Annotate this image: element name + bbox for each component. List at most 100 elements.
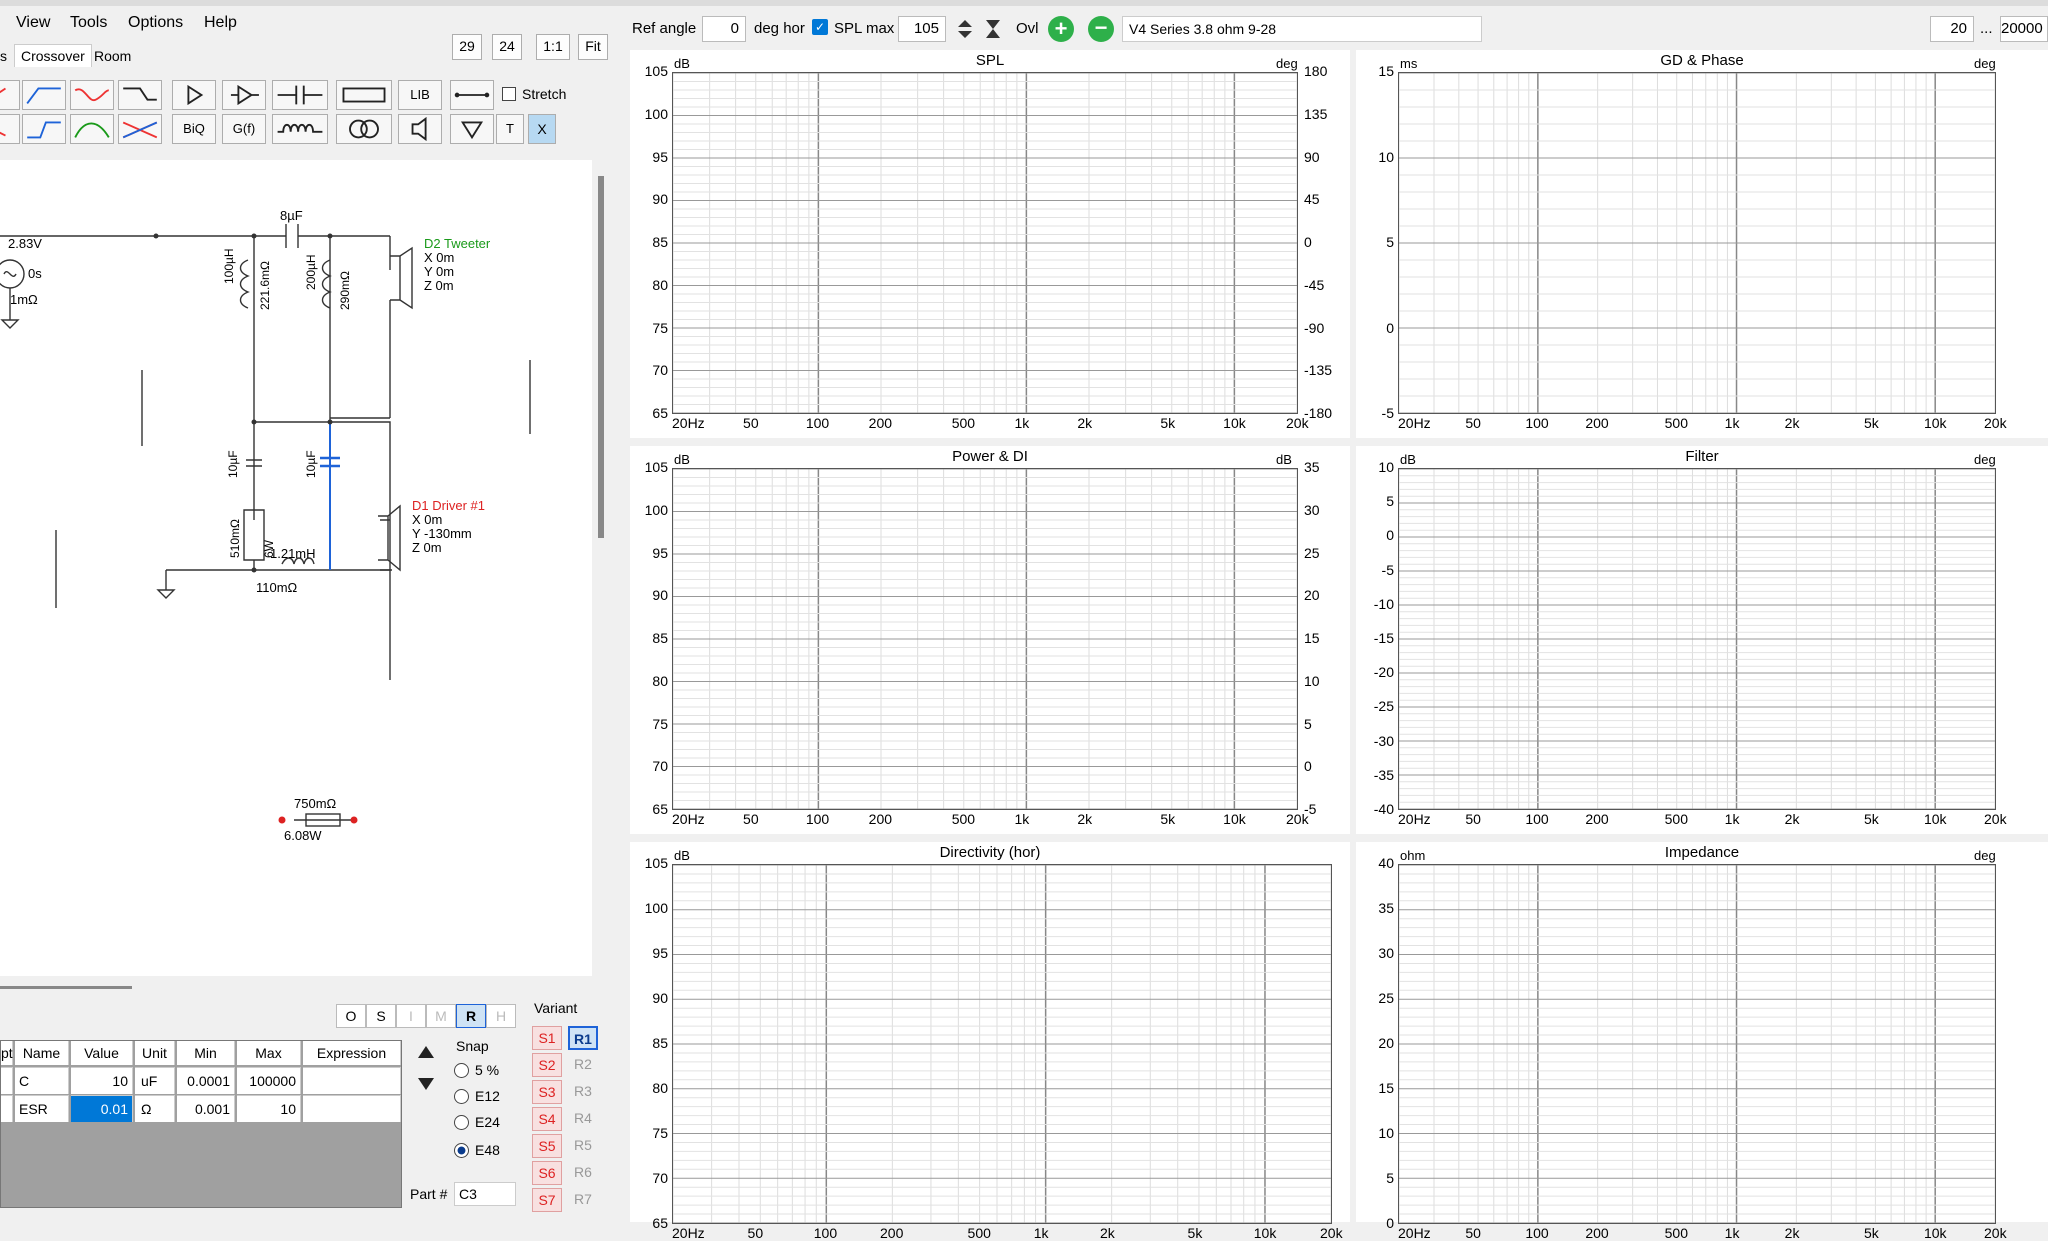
- text-button[interactable]: T: [496, 114, 524, 144]
- part-field[interactable]: C3: [454, 1182, 516, 1206]
- spl-max-label: SPL max: [834, 20, 895, 37]
- resistor-icon[interactable]: [336, 80, 392, 110]
- cell-value[interactable]: 10: [71, 1067, 133, 1094]
- freq-min-field[interactable]: 20: [1930, 16, 1974, 42]
- menu-view[interactable]: View: [16, 14, 50, 32]
- variant-r-button[interactable]: R2: [568, 1053, 598, 1077]
- plot-dir[interactable]: Directivity (hor) dB 105 100 95 90 85 80 75 70 65 2…: [630, 842, 1350, 1241]
- lowpass-1st-icon[interactable]: [0, 114, 20, 144]
- y-tick-label: 70: [652, 758, 668, 775]
- snap-e12-radio[interactable]: E12: [454, 1088, 500, 1104]
- zoom-1to1-button[interactable]: 1:1: [536, 34, 570, 60]
- menu-tools[interactable]: Tools: [70, 14, 107, 32]
- woofer-name[interactable]: D1 Driver #1: [412, 498, 485, 513]
- spl-spinner-icon[interactable]: [954, 16, 976, 42]
- table-row[interactable]: [1, 1095, 13, 1122]
- zoom-24-button[interactable]: 24: [492, 34, 522, 60]
- spl-max-field[interactable]: 105: [898, 16, 946, 42]
- mode-i-button[interactable]: I: [396, 1004, 426, 1028]
- plot-spl[interactable]: SPL dB deg 105 100 95 90 85 80 75 70 65 180 135 90 45 0 -…: [630, 50, 1350, 438]
- cell-max[interactable]: 100000: [237, 1067, 301, 1094]
- variant-r-button[interactable]: R6: [568, 1161, 598, 1185]
- opamp-icon[interactable]: [222, 80, 266, 110]
- highpass-blue-icon[interactable]: [22, 80, 66, 110]
- x-button[interactable]: X: [528, 114, 556, 144]
- variant-r-button[interactable]: R5: [568, 1134, 598, 1158]
- cell-value-selected[interactable]: 0.01: [71, 1095, 133, 1122]
- variant-r-button[interactable]: R7: [568, 1188, 598, 1212]
- mode-o-button[interactable]: O: [336, 1004, 366, 1028]
- tweeter-z: Z 0m: [424, 278, 454, 293]
- stretch-checkbox[interactable]: Stretch: [502, 86, 566, 102]
- capacitor-icon[interactable]: [272, 80, 328, 110]
- crossover-icon[interactable]: [118, 114, 162, 144]
- zoom-fit-button[interactable]: Fit: [578, 34, 608, 60]
- cell-min[interactable]: 0.0001: [177, 1067, 235, 1094]
- variant-r-button[interactable]: R1: [568, 1026, 598, 1050]
- cell-expression[interactable]: [303, 1095, 401, 1122]
- tab-room[interactable]: Room: [94, 48, 131, 64]
- variant-s-button[interactable]: S5: [532, 1134, 562, 1158]
- plot-filter[interactable]: Filter dB deg 10 5 0 -5 -10 -15 -20 -25 -30 -35 -40 20…: [1356, 446, 2048, 834]
- variant-s-button[interactable]: S4: [532, 1107, 562, 1131]
- cell-expression[interactable]: [303, 1067, 401, 1094]
- cell-min[interactable]: 0.001: [177, 1095, 235, 1122]
- transformer-icon[interactable]: [336, 114, 392, 144]
- ground-icon[interactable]: [450, 114, 494, 144]
- lib-button[interactable]: LIB: [398, 80, 442, 110]
- move-down-icon[interactable]: [414, 1072, 438, 1096]
- schematic-canvas[interactable]: 2.83V 0s 1mΩ 8µF 100µH 221.6mΩ 200µH 290…: [0, 160, 592, 976]
- bandstop-icon[interactable]: [70, 80, 114, 110]
- schematic-hscrollbar[interactable]: [0, 986, 132, 989]
- allpass-icon[interactable]: [22, 114, 66, 144]
- plot-power[interactable]: Power & DI dB dB 105 100 95 90 85 80 75 70 65 35 30 25…: [630, 446, 1350, 834]
- table-row[interactable]: [1, 1067, 13, 1094]
- bandpass-icon[interactable]: [70, 114, 114, 144]
- overlay-name-field[interactable]: V4 Series 3.8 ohm 9-28: [1122, 16, 1482, 42]
- parameter-table[interactable]: pt Name Value Unit Min Max Expression C …: [0, 1040, 402, 1208]
- variant-s-button[interactable]: S7: [532, 1188, 562, 1212]
- speaker-icon[interactable]: [398, 114, 442, 144]
- freq-max-field[interactable]: 20000: [2000, 16, 2048, 42]
- tab-crossover[interactable]: Crossover: [14, 44, 92, 67]
- biquad-button[interactable]: BiQ: [172, 114, 216, 144]
- free-resistor-watts: 6.08W: [284, 828, 322, 843]
- schematic-vscrollbar[interactable]: [598, 176, 604, 538]
- variant-s-button[interactable]: S1: [532, 1026, 562, 1050]
- tab-partial[interactable]: s: [0, 48, 7, 64]
- plot-imp[interactable]: Impedance ohm deg 40 35 30 25 20 15 10 5 0 20Hz 50 100…: [1356, 842, 2048, 1241]
- gf-button[interactable]: G(f): [222, 114, 266, 144]
- cell-name: ESR: [15, 1095, 69, 1122]
- snap-e48-radio[interactable]: E48: [454, 1142, 500, 1158]
- autoscale-icon[interactable]: [982, 16, 1004, 42]
- mode-m-button[interactable]: M: [426, 1004, 456, 1028]
- mode-r-button[interactable]: R: [456, 1004, 486, 1028]
- variant-r-button[interactable]: R4: [568, 1107, 598, 1131]
- cell-max[interactable]: 10: [237, 1095, 301, 1122]
- add-overlay-icon[interactable]: +: [1048, 16, 1074, 42]
- y-tick-label: -5: [1381, 561, 1394, 578]
- menu-options[interactable]: Options: [128, 14, 183, 32]
- plot-gd[interactable]: GD & Phase ms deg 15 10 5 0 -5 20Hz 50 100 200 500 1k…: [1356, 50, 2048, 438]
- buffer-icon[interactable]: [172, 80, 216, 110]
- variant-s-button[interactable]: S3: [532, 1080, 562, 1104]
- zoom-29-button[interactable]: 29: [452, 34, 482, 60]
- snap-5pct-radio[interactable]: 5 %: [454, 1062, 499, 1078]
- spl-max-checkbox[interactable]: ✓: [812, 19, 828, 35]
- variant-s-button[interactable]: S2: [532, 1053, 562, 1077]
- move-up-icon[interactable]: [414, 1040, 438, 1064]
- mode-s-button[interactable]: S: [366, 1004, 396, 1028]
- variant-s-button[interactable]: S6: [532, 1161, 562, 1185]
- menu-help[interactable]: Help: [204, 14, 237, 32]
- ref-angle-field[interactable]: 0: [702, 16, 746, 42]
- shelf-icon[interactable]: [118, 80, 162, 110]
- inductor-icon[interactable]: [272, 114, 328, 144]
- remove-overlay-icon[interactable]: −: [1088, 16, 1114, 42]
- wire-icon[interactable]: [450, 80, 494, 110]
- plot-title: Filter: [1685, 448, 1719, 465]
- snap-e24-radio[interactable]: E24: [454, 1114, 500, 1130]
- variant-r-button[interactable]: R3: [568, 1080, 598, 1104]
- tweeter-name[interactable]: D2 Tweeter: [424, 236, 490, 251]
- highpass-1st-icon[interactable]: [0, 80, 20, 110]
- mode-h-button[interactable]: H: [486, 1004, 516, 1028]
